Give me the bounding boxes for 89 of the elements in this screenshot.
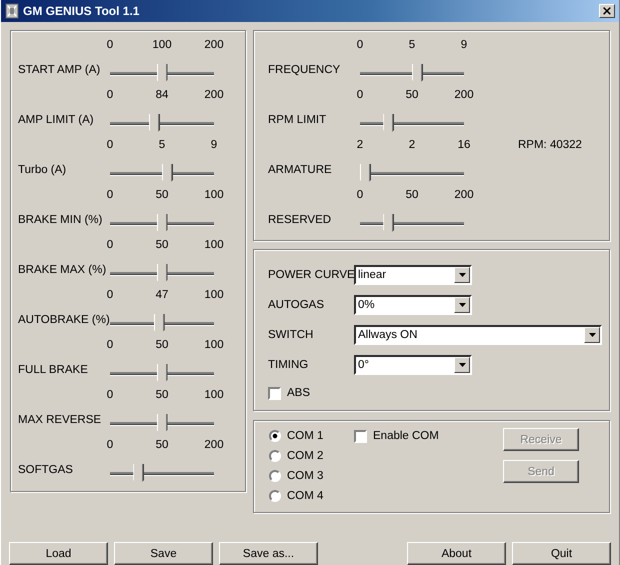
checkbox[interactable] <box>268 386 281 400</box>
toolbar-button[interactable]: Save as... <box>219 542 318 565</box>
tick-label: 0 <box>106 339 114 351</box>
tick-label: 0 <box>106 239 114 251</box>
radio-label: COM 1 <box>287 430 324 442</box>
slider-label: START AMP (A) <box>18 64 102 76</box>
tick-label: 0 <box>106 139 114 151</box>
radio-button[interactable] <box>269 490 281 502</box>
toolbar-button[interactable]: Quit <box>512 542 611 565</box>
tick-label: 100 <box>203 389 225 401</box>
tick-label: 100 <box>203 289 225 301</box>
checkbox-label: ABS <box>287 387 310 399</box>
slider-label: MAX REVERSE <box>18 414 102 426</box>
tick-label: 0 <box>356 89 364 101</box>
tick-label: 9 <box>210 139 218 151</box>
radio-button[interactable] <box>269 450 281 462</box>
tick-label: 200 <box>203 39 225 51</box>
tick-label: 16 <box>456 139 472 151</box>
dropdown-arrow-button[interactable] <box>454 357 470 373</box>
caret-icon <box>458 273 466 277</box>
radio-button[interactable] <box>269 470 281 482</box>
slider-label: AUTOBRAKE (%) <box>18 314 110 326</box>
toolbar-button[interactable]: About <box>407 542 506 565</box>
value-label: 50 <box>154 339 170 351</box>
rpm-reading: RPM: 40322 <box>518 139 582 151</box>
tick-label: 2 <box>356 139 364 151</box>
slider-label: BRAKE MIN (%) <box>18 214 104 226</box>
tick-label: 100 <box>203 239 225 251</box>
tick-label: 200 <box>203 89 225 101</box>
radio-label: COM 4 <box>287 490 324 502</box>
tick-label: 9 <box>460 39 468 51</box>
caret-icon <box>588 333 596 337</box>
dropdown[interactable]: Allways ON <box>354 325 602 345</box>
checkbox-label: Enable COM <box>373 430 439 442</box>
value-label: 5 <box>408 39 416 51</box>
slider-label: ARMATURE <box>268 164 333 176</box>
toolbar-button[interactable]: Save <box>114 542 213 565</box>
value-label: 50 <box>154 389 170 401</box>
dropdown-arrow-button[interactable] <box>454 297 470 313</box>
close-button[interactable]: × <box>599 4 615 18</box>
tick-label: 100 <box>203 339 225 351</box>
value-label: 50 <box>154 439 170 451</box>
radio-label: COM 2 <box>287 450 324 462</box>
dropdown-label: AUTOGAS <box>268 299 326 311</box>
dropdown-label: TIMING <box>268 359 310 371</box>
tick-label: 0 <box>106 289 114 301</box>
toolbar-button[interactable]: Load <box>9 542 108 565</box>
slider-label: FULL BRAKE <box>18 364 89 376</box>
value-label: 5 <box>158 139 166 151</box>
radio-button[interactable] <box>269 430 281 442</box>
slider-label: Turbo (A) <box>18 164 68 176</box>
value-label: 2 <box>408 139 416 151</box>
slider-label: BRAKE MAX (%) <box>18 264 108 276</box>
value-label: 50 <box>404 89 420 101</box>
caret-icon <box>458 363 466 367</box>
dropdown[interactable]: 0° <box>354 355 472 375</box>
dropdown-arrow-button[interactable] <box>454 267 470 283</box>
tick-label: 0 <box>356 39 364 51</box>
radio-label: COM 3 <box>287 470 324 482</box>
tick-label: 200 <box>203 439 225 451</box>
tick-label: 0 <box>356 189 364 201</box>
tick-label: 200 <box>453 189 475 201</box>
value-label: 50 <box>154 239 170 251</box>
tick-label: 100 <box>203 189 225 201</box>
dropdown[interactable]: linear <box>354 265 472 285</box>
dropdown-label: POWER CURVE <box>268 269 354 281</box>
tick-label: 0 <box>106 389 114 401</box>
dropdown[interactable]: 0% <box>354 295 472 315</box>
slider-label: AMP LIMIT (A) <box>18 114 95 126</box>
slider-label: RPM LIMIT <box>268 114 328 126</box>
tick-label: 0 <box>106 439 114 451</box>
dropdown-arrow-button[interactable] <box>584 327 600 343</box>
value-label: 100 <box>151 39 173 51</box>
checkbox[interactable] <box>354 430 367 442</box>
window-title: GM GENIUS Tool 1.1 <box>23 4 140 18</box>
tick-label: 200 <box>453 89 475 101</box>
dropdown-label: SWITCH <box>268 329 314 341</box>
caret-icon <box>458 303 466 307</box>
tick-label: 0 <box>106 89 114 101</box>
slider-label: FREQUENCY <box>268 64 342 76</box>
tick-label: 0 <box>106 39 114 51</box>
app-icon <box>5 3 19 19</box>
value-label: 50 <box>154 189 170 201</box>
value-label: 50 <box>404 189 420 201</box>
slider-label: SOFTGAS <box>18 464 74 476</box>
tick-label: 0 <box>106 189 114 201</box>
slider-label: RESERVED <box>268 214 332 226</box>
value-label: 84 <box>154 89 170 101</box>
value-label: 47 <box>154 289 170 301</box>
